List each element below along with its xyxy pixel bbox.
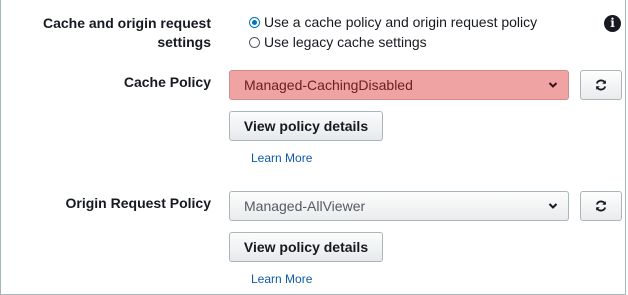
chevron-down-icon [548,203,558,209]
cache-settings-label-line2: settings [157,34,211,50]
cache-settings-label-line1: Cache and origin request [42,15,211,31]
radio-button-selected[interactable] [249,16,260,28]
cache-policy-label: Cache Policy [123,74,211,90]
origin-request-policy-label: Origin Request Policy [65,195,211,211]
radio-legacy-settings-option[interactable]: Use legacy cache settings [249,32,427,52]
cache-policy-refresh-button[interactable] [580,70,622,100]
origin-request-policy-refresh-button[interactable] [580,191,622,221]
refresh-icon [595,79,607,91]
cache-policy-learn-more-link[interactable]: Learn More [251,151,312,165]
refresh-icon [595,200,607,212]
cache-policy-select[interactable]: Managed-CachingDisabled [229,70,569,100]
cache-policy-selected-value: Managed-CachingDisabled [244,77,413,93]
cache-behavior-settings-panel: Cache and origin request settings Use a … [0,0,626,295]
origin-request-policy-select[interactable]: Managed-AllViewer [229,191,569,221]
radio-cache-policy-label: Use a cache policy and origin request po… [264,14,538,30]
info-icon[interactable]: i [604,15,621,32]
radio-legacy-settings-label: Use legacy cache settings [264,34,427,50]
cache-policy-view-details-button[interactable]: View policy details [229,111,383,141]
origin-request-policy-learn-more-link[interactable]: Learn More [251,272,312,286]
origin-request-policy-selected-value: Managed-AllViewer [244,198,366,214]
cache-settings-label: Cache and origin request settings [43,14,211,52]
chevron-down-icon [548,82,558,88]
origin-request-policy-view-details-button[interactable]: View policy details [229,232,383,262]
radio-button[interactable] [249,36,260,48]
radio-cache-policy-option[interactable]: Use a cache policy and origin request po… [249,12,537,32]
